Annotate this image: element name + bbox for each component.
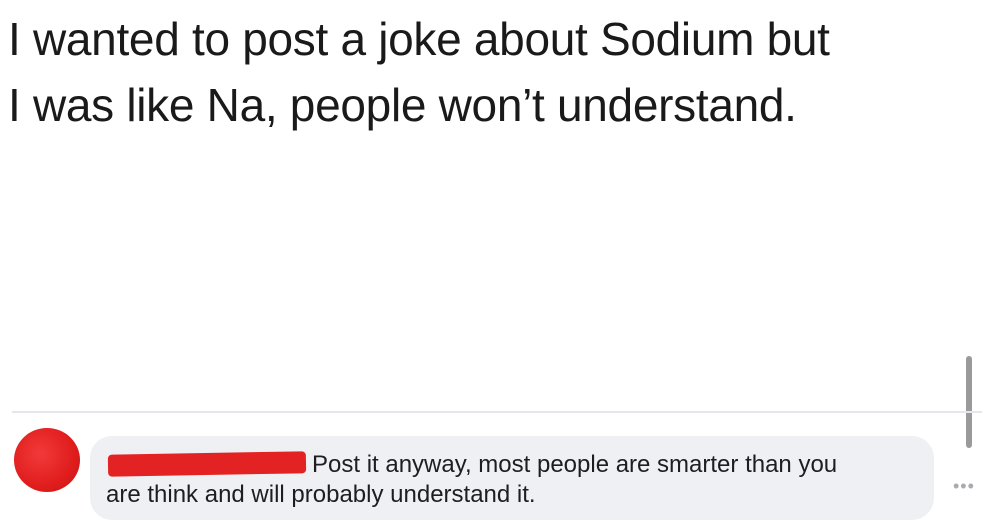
divider [12,411,982,413]
avatar[interactable] [14,428,80,492]
comment-text: Post it anyway, most people are smarter … [106,450,906,510]
more-options-icon[interactable]: ••• [953,476,975,497]
post-text: I wanted to post a joke about Sodium but… [8,6,993,138]
comment: Post it anyway, most people are smarter … [0,428,1000,522]
post-text-line-1: I wanted to post a joke about Sodium but [8,13,830,65]
post-text-line-2: I was like Na, people won’t understand. [8,79,797,131]
comment-text-line-1: Post it anyway, most people are smarter … [312,451,838,478]
comment-text-line-2: are think and will probably understand i… [106,481,536,508]
